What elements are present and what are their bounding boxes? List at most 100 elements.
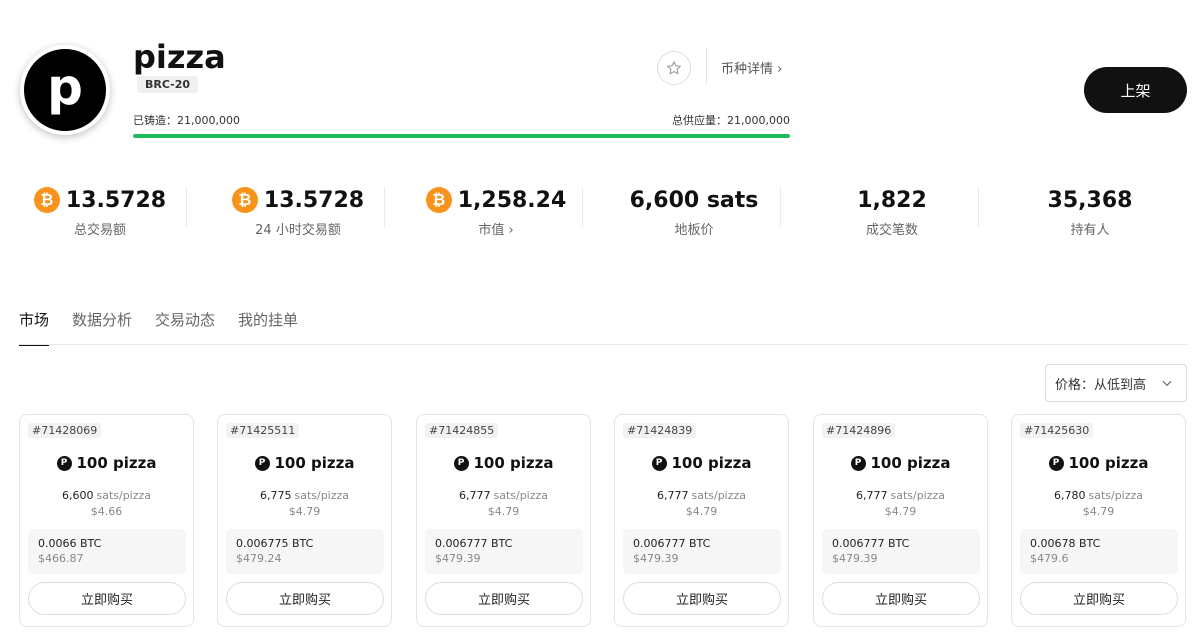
listing-amount: P 100 pizza <box>1012 454 1185 472</box>
stat-value: 35,368 <box>991 183 1189 217</box>
minted-amount: 已铸造：21,000,000 <box>133 114 240 127</box>
buy-now-button[interactable]: 立即购买 <box>623 582 781 615</box>
buy-now-button[interactable]: 立即购买 <box>1020 582 1178 615</box>
listing-unit-price: 6,600 sats/pizza <box>20 489 193 502</box>
stat-label: 地板价 <box>674 223 714 238</box>
stat-label: 持有人 <box>1070 223 1110 238</box>
listing-total: 0.006775 BTC $479.24 <box>226 529 384 574</box>
price-unit: sats/pizza <box>890 489 946 502</box>
price-unit: sats/pizza <box>691 489 747 502</box>
stat-divider <box>384 187 385 227</box>
stat-divider <box>978 187 979 227</box>
stat-item: ₿ 13.5728 总交易额 <box>1 183 199 238</box>
buy-now-button[interactable]: 立即购买 <box>822 582 980 615</box>
listing-total-btc: 0.006777 BTC <box>633 537 711 550</box>
sort-select[interactable]: 价格：从低到高 <box>1045 364 1187 402</box>
listing-id: #71425511 <box>226 423 300 438</box>
pizza-token-icon: P <box>254 455 270 471</box>
stat-number: 1,258.24 <box>457 187 567 213</box>
favorite-button[interactable] <box>657 51 691 85</box>
listing-card[interactable]: #71424896 P 100 pizza 6,777 sats/pizza $4.79 0… <box>813 414 988 627</box>
listing-id: #71425630 <box>1020 423 1094 438</box>
stat-label: 总交易额 <box>73 223 126 238</box>
tab-0[interactable]: 市场 <box>19 309 50 346</box>
listing-total-usd: $479.6 <box>1030 552 1069 565</box>
stat-value: 6,600 sats <box>595 183 793 217</box>
listing-total-btc: 0.0066 BTC <box>38 537 102 550</box>
listing-amount-text: 100 pizza <box>671 454 752 472</box>
token-title: pizza <box>133 38 226 76</box>
pizza-token-icon: P <box>651 455 667 471</box>
sort-label: 价格：从低到高 <box>1055 377 1147 393</box>
buy-now-button[interactable]: 立即购买 <box>226 582 384 615</box>
listing-card[interactable]: #71425630 P 100 pizza 6,780 sats/pizza $4.79 0… <box>1011 414 1186 627</box>
listing-unit-usd: $4.79 <box>884 505 917 518</box>
listing-card[interactable]: #71425511 P 100 pizza 6,775 sats/pizza $4.79 0… <box>217 414 392 627</box>
listing-unit-usd: $4.79 <box>288 505 321 518</box>
tab-1[interactable]: 数据分析 <box>72 309 132 346</box>
listing-card[interactable]: #71424839 P 100 pizza 6,777 sats/pizza $4.79 0… <box>614 414 789 627</box>
stat-item: 6,600 sats 地板价 <box>595 183 793 239</box>
stat-divider <box>582 187 583 227</box>
price-sats: 6,777 <box>855 489 888 502</box>
listing-amount: P 100 pizza <box>20 454 193 472</box>
price-sats: 6,600 <box>61 489 94 502</box>
header-divider <box>706 48 707 84</box>
listing-unit-price: 6,777 sats/pizza <box>417 489 590 502</box>
listing-total: 0.006777 BTC $479.39 <box>822 529 980 574</box>
listing-amount-text: 100 pizza <box>870 454 951 472</box>
price-unit: sats/pizza <box>294 489 350 502</box>
stat-value: ₿ 13.5728 <box>1 183 199 217</box>
mint-progress-fill <box>133 134 790 138</box>
price-unit: sats/pizza <box>493 489 549 502</box>
star-icon <box>667 61 681 75</box>
listing-total-usd: $479.39 <box>633 552 679 565</box>
listing-card[interactable]: #71424855 P 100 pizza 6,777 sats/pizza $4.79 0… <box>416 414 591 627</box>
buy-now-button[interactable]: 立即购买 <box>425 582 583 615</box>
listing-card[interactable]: #71428069 P 100 pizza 6,600 sats/pizza $4.66 0… <box>19 414 194 627</box>
listing-total-btc: 0.006777 BTC <box>832 537 910 550</box>
token-logo-letter: p <box>47 58 83 116</box>
listing-unit-usd: $4.66 <box>90 505 123 518</box>
tab-2[interactable]: 交易动态 <box>155 309 215 346</box>
listing-id: #71424839 <box>623 423 697 438</box>
listing-unit-price: 6,777 sats/pizza <box>814 489 987 502</box>
price-sats: 6,777 <box>458 489 491 502</box>
token-details-link[interactable]: 币种详情 › <box>721 58 782 77</box>
stat-value: ₿ 13.5728 <box>199 183 397 217</box>
pizza-token-icon: P <box>56 455 72 471</box>
stat-label: 成交笔数 <box>865 223 918 238</box>
stat-divider <box>186 187 187 227</box>
listing-amount: P 100 pizza <box>417 454 590 472</box>
listing-unit-price: 6,780 sats/pizza <box>1012 489 1185 502</box>
buy-now-button[interactable]: 立即购买 <box>28 582 186 615</box>
price-unit: sats/pizza <box>1088 489 1144 502</box>
listing-total: 0.00678 BTC $479.6 <box>1020 529 1178 574</box>
listing-unit-usd: $4.79 <box>1082 505 1115 518</box>
pizza-token-icon: P <box>1048 455 1064 471</box>
listing-amount: P 100 pizza <box>615 454 788 472</box>
list-button[interactable]: 上架 <box>1084 67 1187 113</box>
chevron-down-icon <box>1162 380 1172 387</box>
tab-divider <box>19 344 1187 345</box>
listing-amount: P 100 pizza <box>218 454 391 472</box>
stat-item: ₿ 13.5728 24 小时交易额 <box>199 183 397 238</box>
bitcoin-icon: ₿ <box>231 187 258 213</box>
listing-amount-text: 100 pizza <box>76 454 157 472</box>
tab-3[interactable]: 我的挂单 <box>238 309 298 346</box>
listing-unit-usd: $4.79 <box>685 505 718 518</box>
listing-amount-text: 100 pizza <box>274 454 355 472</box>
total-supply: 总供应量：21,000,000 <box>672 114 790 127</box>
listing-total-usd: $466.87 <box>38 552 84 565</box>
listing-id: #71424896 <box>822 423 896 438</box>
listing-unit-price: 6,777 sats/pizza <box>615 489 788 502</box>
stat-label[interactable]: 市值 › <box>397 219 595 238</box>
stat-divider <box>780 187 781 227</box>
bitcoin-icon: ₿ <box>425 187 452 213</box>
listing-total-usd: $479.39 <box>435 552 481 565</box>
stat-number: 13.5728 <box>65 187 167 213</box>
listing-id: #71428069 <box>28 423 102 438</box>
stat-number: 13.5728 <box>263 187 365 213</box>
price-sats: 6,777 <box>656 489 689 502</box>
stat-value: 1,822 <box>793 183 991 217</box>
